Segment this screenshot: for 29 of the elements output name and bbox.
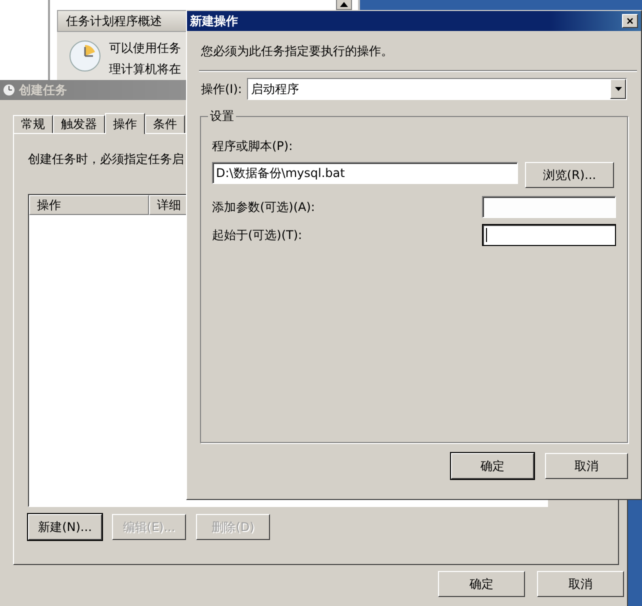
ok-button[interactable]: 确定 — [451, 453, 534, 479]
clock-icon — [69, 40, 101, 72]
input-field[interactable] — [482, 224, 616, 246]
overview-text: 理计算机将在 — [109, 61, 181, 78]
description-text: 创建任务时，必须指定任务启 — [28, 151, 185, 168]
cancel-button[interactable]: 取消 — [537, 571, 624, 597]
clock-icon — [3, 84, 15, 96]
action-dropdown[interactable]: 启动程序 — [246, 78, 627, 100]
field-label: 起始于(可选)(T): — [212, 226, 302, 244]
column-header[interactable]: 操作 — [29, 195, 149, 215]
action-button[interactable]: 新建(N)... — [28, 514, 102, 540]
field-label: 添加参数(可选)(A): — [212, 198, 315, 216]
title-bar: 新建操作 × — [187, 11, 641, 31]
browse-button[interactable]: 浏览(R)... — [525, 162, 614, 188]
tab[interactable]: 常规 — [13, 115, 53, 133]
cancel-button[interactable]: 取消 — [545, 453, 628, 479]
tab[interactable]: 触发器 — [53, 115, 105, 133]
tab[interactable]: 操作 — [105, 113, 145, 134]
scroll-up-icon[interactable] — [336, 0, 352, 10]
ok-button[interactable]: 确定 — [438, 571, 525, 597]
close-button[interactable]: × — [622, 14, 638, 28]
overview-text: 可以使用任务 — [109, 40, 181, 57]
instruction-text: 您必须为此任务指定要执行的操作。 — [201, 43, 394, 60]
action-label: 操作(I): — [201, 80, 242, 98]
group-title: 设置 — [209, 108, 235, 125]
tab[interactable]: 条件 — [145, 115, 185, 133]
field-label: 程序或脚本(P): — [212, 138, 294, 155]
program-field[interactable]: D:\数据备份\mysql.bat — [212, 162, 518, 184]
input-field[interactable] — [482, 196, 616, 218]
